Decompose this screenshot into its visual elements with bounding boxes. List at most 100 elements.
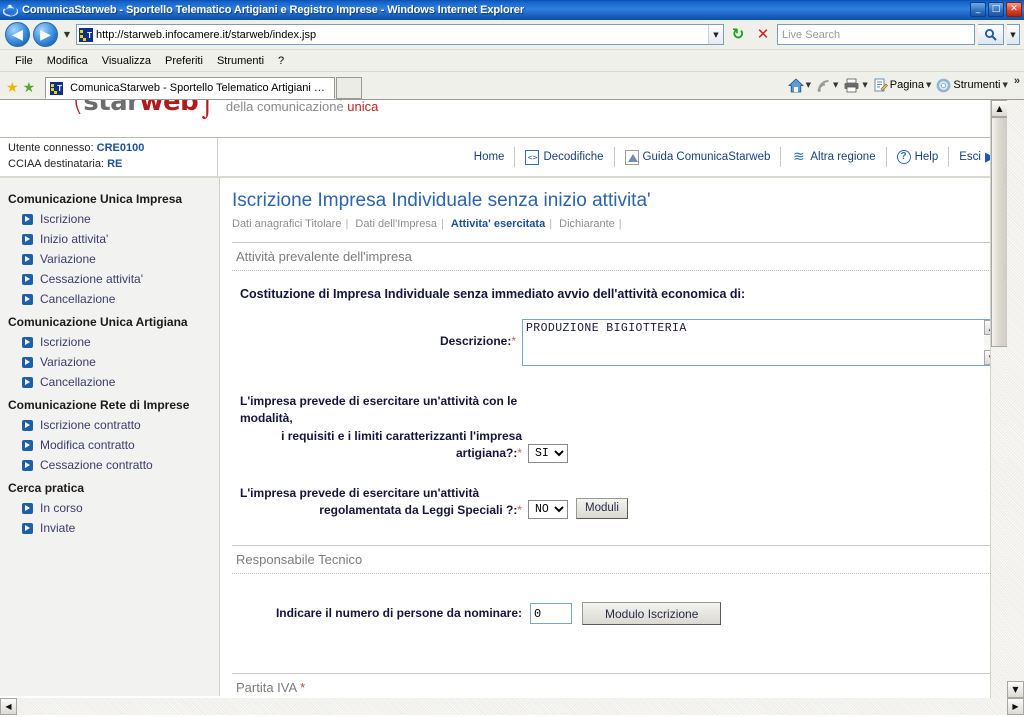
modulo-iscrizione-button[interactable]: Modulo Iscrizione (582, 602, 722, 626)
search-provider-caret-icon[interactable]: ▼ (1007, 24, 1020, 45)
required-asterisk: * (300, 680, 306, 696)
page-scroll-thumb[interactable] (991, 117, 1007, 347)
ccia-value: RE (107, 158, 123, 170)
arrow-icon (22, 213, 33, 225)
nav-home[interactable]: Home (464, 147, 516, 167)
sidebar-item-label: Cancellazione (40, 292, 116, 306)
nav-guida[interactable]: Guida ComunicaStarweb (615, 147, 782, 167)
url-bar[interactable]: http://starweb.infocamere.it/starweb/ind… (76, 24, 724, 45)
close-button[interactable]: ✕ (1006, 2, 1022, 17)
page-caret-icon[interactable]: ▼ (926, 81, 931, 89)
search-icon[interactable] (978, 24, 1004, 45)
sidebar-item-impresa-variazione[interactable]: Variazione (0, 249, 219, 269)
minimize-button[interactable]: _ (970, 2, 986, 17)
arrow-icon (22, 233, 33, 245)
home-caret-icon[interactable]: ▼ (806, 81, 811, 89)
sidebar-item-rete-cessazione-contratto[interactable]: Cessazione contratto (0, 455, 219, 475)
window-scroll-down-icon[interactable]: ▼ (1007, 681, 1024, 698)
nav-altra-regione[interactable]: ≋ Altra regione (781, 147, 887, 167)
moduli-button[interactable]: Moduli (576, 498, 628, 520)
page-scroll-up-icon[interactable]: ▲ (991, 100, 1007, 117)
sidebar-item-label: Cancellazione (40, 375, 116, 389)
maximize-button[interactable]: □ (988, 2, 1004, 17)
sidebar-group-impresa-title: Comunicazione Unica Impresa (8, 192, 183, 206)
print-caret-icon[interactable]: ▼ (862, 81, 867, 89)
feeds-caret-icon[interactable]: ▼ (833, 81, 838, 89)
history-dropdown-icon[interactable]: ▼ (61, 24, 73, 46)
refresh-icon[interactable]: ↻ (727, 24, 749, 46)
new-tab-button[interactable] (336, 77, 363, 99)
breadcrumb-sep: | (345, 218, 349, 230)
ccia-destination: CCIAA destinataria: RE (8, 157, 217, 173)
question-leggi-speciali-select[interactable]: NO SI (528, 500, 568, 520)
stop-icon[interactable]: ✕ (752, 24, 774, 46)
url-dropdown-icon[interactable]: ▼ (708, 25, 723, 44)
code-icon: <> (525, 149, 540, 165)
sidebar-item-cerca-in-corso[interactable]: In corso (0, 498, 219, 518)
main-content: Iscrizione Impresa Individuale senza ini… (220, 178, 1007, 698)
sidebar-item-label: Modifica contratto (40, 438, 135, 452)
descrizione-input[interactable] (522, 319, 1000, 366)
sidebar-item-cerca-inviate[interactable]: Inviate (0, 518, 219, 538)
slogan-unica: unica (347, 100, 379, 115)
question-artigiana-select[interactable]: SI NO (528, 443, 568, 463)
tools-caret-icon[interactable]: ▼ (1002, 81, 1007, 89)
forward-button[interactable]: ▶ (33, 22, 58, 47)
window-scrollbar-vertical[interactable]: ▼ (1007, 100, 1024, 698)
url-text[interactable]: http://starweb.infocamere.it/starweb/ind… (96, 29, 708, 41)
favorites-star-icon[interactable]: ★ (4, 80, 21, 99)
sidebar-item-rete-iscrizione-contratto[interactable]: Iscrizione contratto (0, 415, 219, 435)
nav-help[interactable]: ? Help (887, 147, 950, 167)
logo-paren-open: ( (72, 100, 84, 118)
sidebar-item-artigiana-variazione[interactable]: Variazione (0, 352, 219, 372)
sidebar-item-impresa-cessazione-attivita[interactable]: Cessazione attivita' (0, 269, 219, 289)
back-button[interactable]: ◀ (5, 22, 30, 47)
breadcrumb-item-dati-anagrafici[interactable]: Dati anagrafici Titolare (232, 218, 345, 230)
sidebar-item-artigiana-iscrizione[interactable]: Iscrizione (0, 332, 219, 352)
window-scroll-right-icon[interactable]: ▶ (1007, 698, 1024, 715)
home-button[interactable]: ▼ (786, 77, 813, 93)
persone-nominare-input[interactable] (530, 603, 572, 625)
breadcrumb-item-dichiarante[interactable]: Dichiarante (559, 218, 619, 230)
window-scrollbar-horizontal[interactable]: ◀ ▶ (0, 698, 1024, 715)
connected-user-label: Utente connesso: (8, 142, 97, 155)
add-favorite-icon[interactable]: ★ (21, 80, 38, 99)
page-scrollbar-vertical[interactable]: ▲ (990, 100, 1007, 698)
window-controls: _ □ ✕ (970, 2, 1022, 17)
nav-decodifiche[interactable]: <> Decodifiche (515, 147, 615, 167)
sidebar-item-impresa-iscrizione[interactable]: Iscrizione (0, 209, 219, 229)
page-body: Comunicazione Unica Impresa Iscrizione I… (0, 178, 1007, 698)
window-titlebar: ComunicaStarweb - Sportello Telematico A… (0, 0, 1024, 20)
page-menu-button[interactable]: Pagina ▼ (871, 78, 934, 93)
sidebar-item-rete-modifica-contratto[interactable]: Modifica contratto (0, 435, 219, 455)
menu-item-file[interactable]: File (8, 53, 40, 69)
descrizione-label-text: Descrizione: (439, 334, 512, 348)
menu-item-visualizza[interactable]: Visualizza (95, 53, 158, 69)
question-artigiana-line1: L'impresa prevede di esercitare un'attiv… (240, 394, 518, 426)
breadcrumb-sep: | (440, 218, 444, 230)
arrow-icon (22, 273, 33, 285)
menu-item-modifica[interactable]: Modifica (40, 53, 95, 69)
sidebar-item-label: Iscrizione (40, 335, 91, 349)
window-scroll-left-icon[interactable]: ◀ (0, 698, 17, 715)
tools-menu-button[interactable]: Strumenti ▼ (934, 78, 1009, 93)
menu-item-preferiti[interactable]: Preferiti (158, 53, 210, 69)
arrow-icon (22, 293, 33, 305)
breadcrumb-item-attivita-esercitata[interactable]: Attivita' esercitata (451, 218, 549, 230)
nav-home-label: Home (473, 151, 505, 163)
arrow-icon (22, 502, 33, 514)
browser-tab[interactable]: ComunicaStarweb - Sportello Telematico A… (45, 77, 336, 99)
sidebar-item-label: Inviate (40, 521, 76, 535)
toolbar-overflow-icon[interactable]: » (1011, 75, 1020, 95)
breadcrumb-item-dati-impresa[interactable]: Dati dell'Impresa (355, 218, 441, 230)
sidebar-item-artigiana-cancellazione[interactable]: Cancellazione (0, 372, 219, 392)
menu-item-strumenti[interactable]: Strumenti (210, 53, 271, 69)
breadcrumb-sep: | (618, 218, 622, 230)
print-button[interactable]: ▼ (841, 78, 869, 93)
search-input[interactable]: Live Search (777, 24, 975, 45)
sidebar-item-impresa-inizio-attivita[interactable]: Inizio attivita' (0, 229, 219, 249)
page-menu-label: Pagina (889, 79, 925, 91)
menu-item-help[interactable]: ? (271, 53, 291, 69)
sidebar-item-impresa-cancellazione[interactable]: Cancellazione (0, 289, 219, 309)
feeds-button[interactable]: ▼ (814, 78, 840, 93)
